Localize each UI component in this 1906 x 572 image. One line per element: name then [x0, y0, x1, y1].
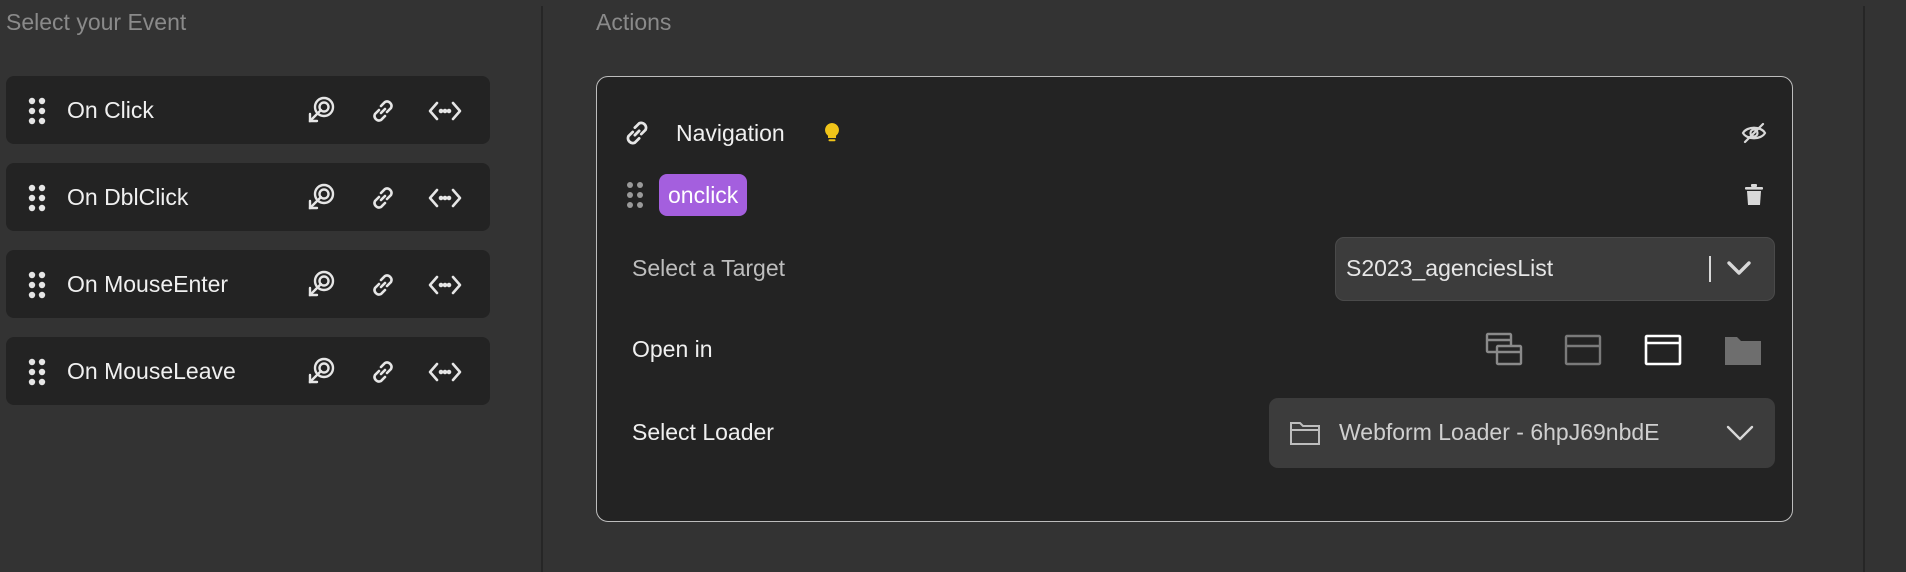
- events-panel-title: Select your Event: [6, 9, 187, 35]
- pointer-click-icon[interactable]: [304, 95, 338, 127]
- event-row-on-mouseenter[interactable]: On MouseEnter: [6, 250, 490, 318]
- right-divider: [1863, 6, 1865, 572]
- link-icon: [621, 117, 653, 149]
- loader-label: Select Loader: [632, 419, 774, 445]
- drag-handle-icon[interactable]: [26, 184, 48, 212]
- event-tag: onclick: [659, 174, 748, 216]
- panel-divider: [541, 6, 543, 572]
- event-row-on-mouseleave[interactable]: On MouseLeave: [6, 337, 490, 405]
- event-row-on-dblclick[interactable]: On DblClick: [6, 163, 490, 231]
- code-brackets-icon[interactable]: [428, 356, 462, 388]
- link-icon[interactable]: [366, 182, 400, 214]
- loader-select-value: Webform Loader - 6hpJ69nbdE: [1339, 419, 1660, 445]
- event-label: On Click: [67, 96, 154, 123]
- eye-off-icon[interactable]: [1741, 121, 1767, 145]
- drag-handle-icon[interactable]: [626, 181, 644, 209]
- drag-handle-icon[interactable]: [26, 358, 48, 386]
- drag-handle-icon[interactable]: [26, 271, 48, 299]
- chevron-down-icon[interactable]: [1726, 259, 1752, 277]
- lightbulb-icon[interactable]: [823, 122, 841, 144]
- link-icon[interactable]: [366, 356, 400, 388]
- code-brackets-icon[interactable]: [428, 182, 462, 214]
- event-label: On DblClick: [67, 183, 189, 210]
- event-label: On MouseEnter: [67, 270, 229, 297]
- action-card: Navigation onclick Select a Target S2023…: [596, 76, 1793, 522]
- chevron-down-icon[interactable]: [1725, 423, 1755, 443]
- link-icon[interactable]: [366, 95, 400, 127]
- popup-icon[interactable]: [1564, 334, 1602, 366]
- current-tab-icon[interactable]: [1644, 334, 1682, 366]
- code-brackets-icon[interactable]: [428, 95, 462, 127]
- target-select[interactable]: S2023_agenciesList: [1335, 237, 1775, 301]
- event-row-on-click[interactable]: On Click: [6, 76, 490, 144]
- trash-icon[interactable]: [1744, 183, 1764, 207]
- actions-panel-title: Actions: [596, 9, 672, 35]
- target-label: Select a Target: [632, 255, 786, 281]
- event-label: On MouseLeave: [67, 357, 236, 384]
- folder-icon: [1289, 420, 1321, 446]
- pointer-click-icon[interactable]: [304, 182, 338, 214]
- drag-handle-icon[interactable]: [26, 97, 48, 125]
- pointer-click-icon[interactable]: [304, 356, 338, 388]
- loader-select[interactable]: Webform Loader - 6hpJ69nbdE: [1269, 398, 1775, 468]
- link-icon[interactable]: [366, 269, 400, 301]
- pointer-click-icon[interactable]: [304, 269, 338, 301]
- target-select-value: S2023_agenciesList: [1346, 255, 1554, 281]
- folder-icon[interactable]: [1723, 333, 1763, 367]
- action-type-title: Navigation: [676, 120, 785, 146]
- open-in-label: Open in: [632, 336, 713, 362]
- events-panel: Select your Event On Click On DblClick O…: [0, 0, 542, 572]
- select-separator: [1709, 256, 1711, 282]
- code-brackets-icon[interactable]: [428, 269, 462, 301]
- new-tab-icon[interactable]: [1485, 332, 1523, 368]
